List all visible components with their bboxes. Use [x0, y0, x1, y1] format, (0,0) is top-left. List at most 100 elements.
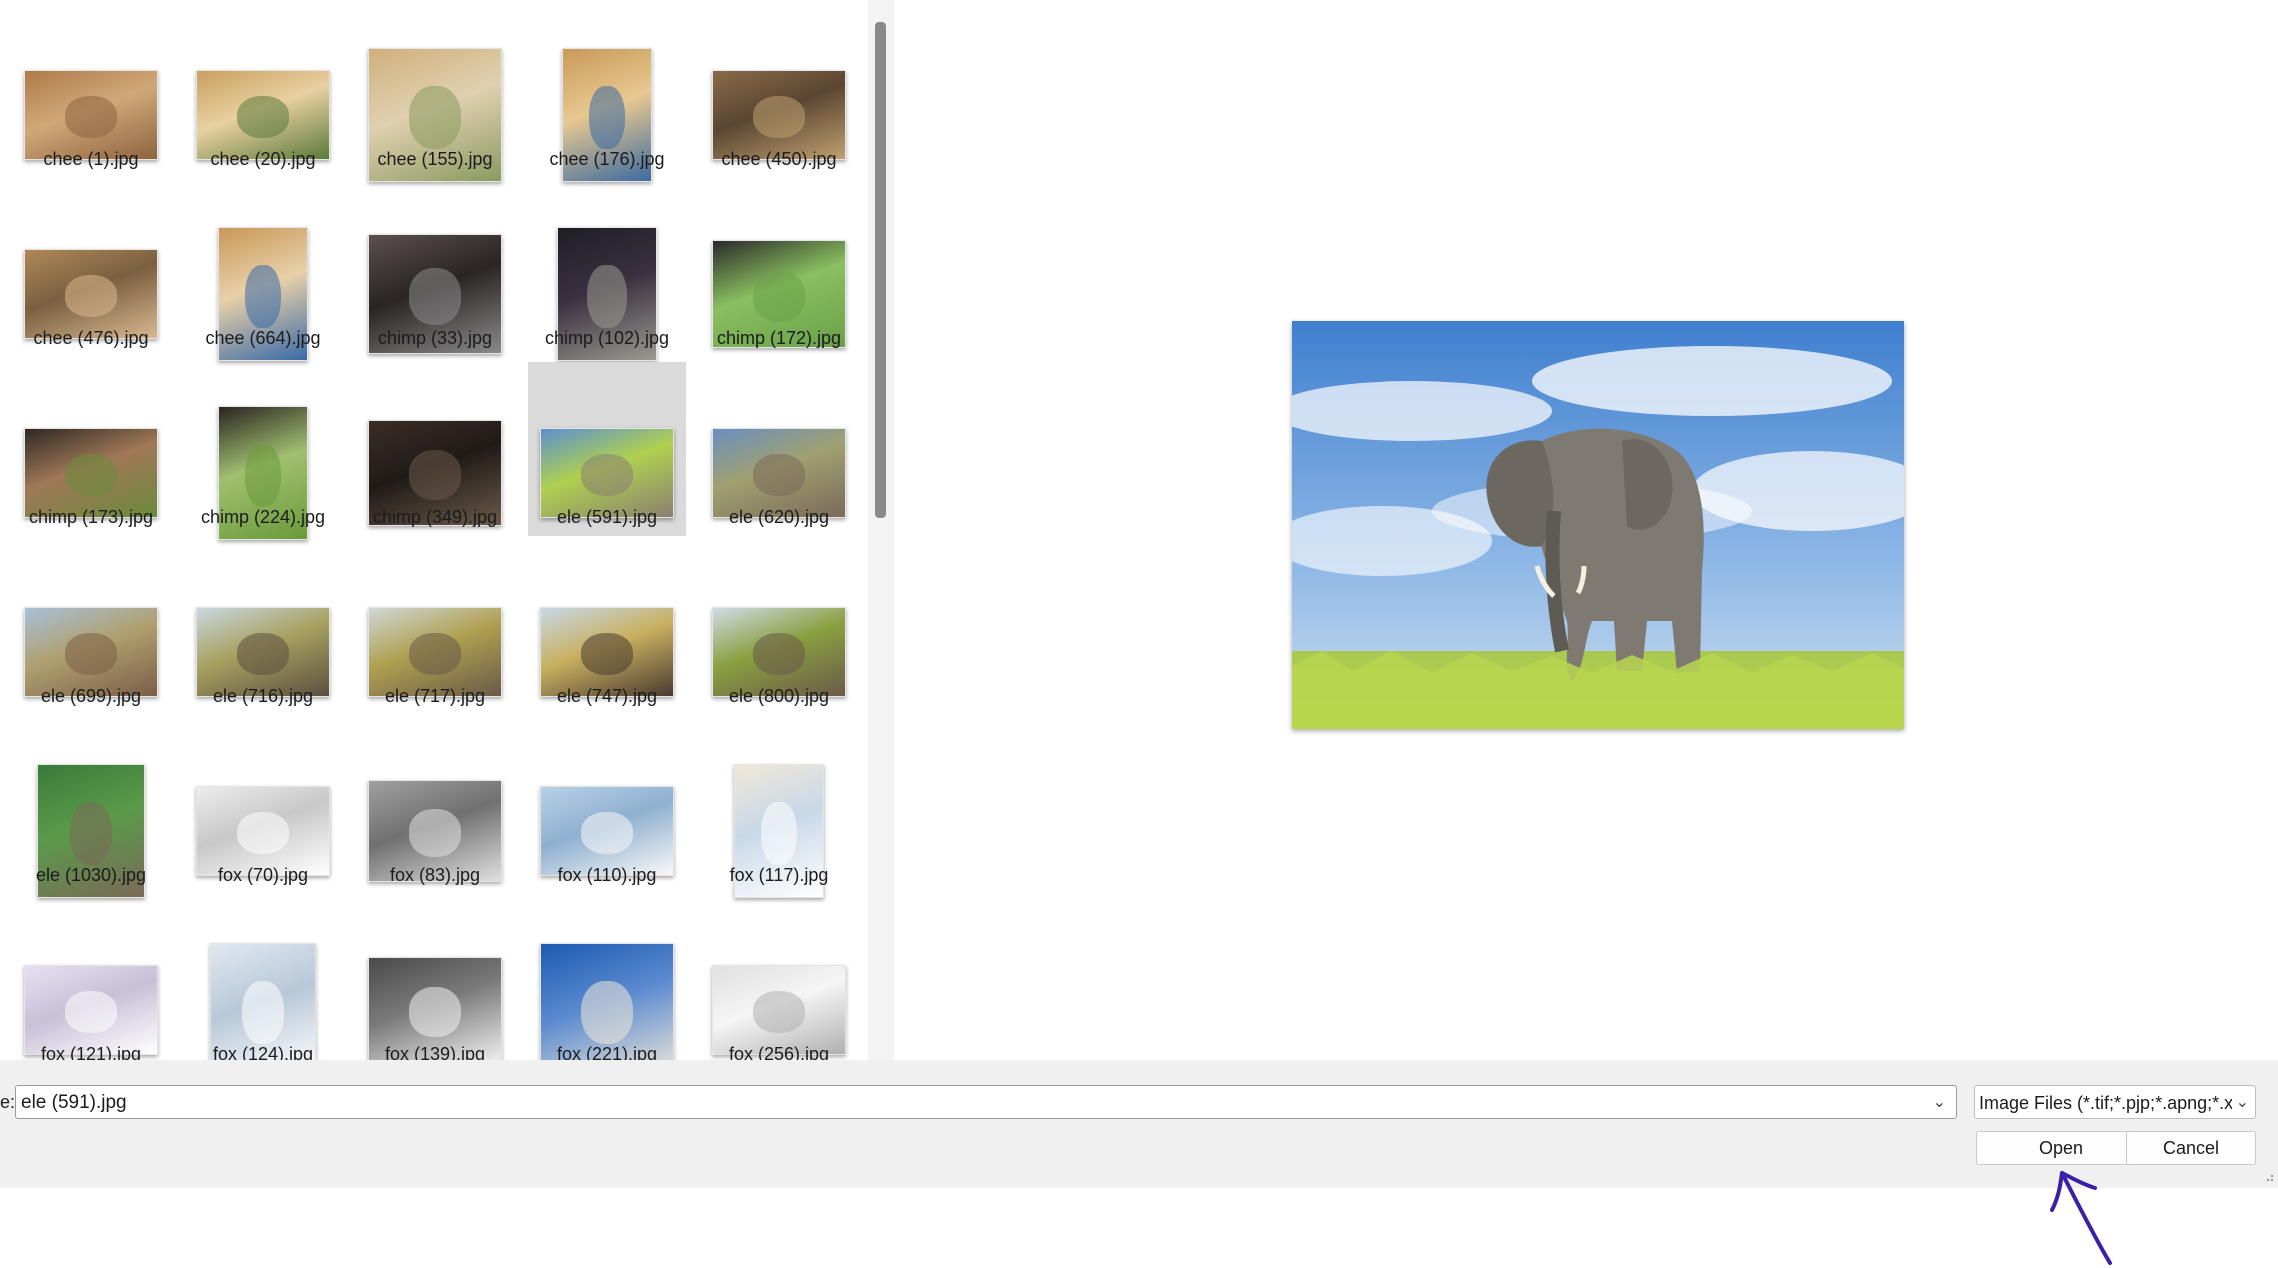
thumbnail-subject — [245, 443, 281, 508]
file-label: fox (221).jpg — [556, 1044, 658, 1060]
file-item[interactable]: fox (221).jpg — [528, 899, 686, 1060]
thumbnail-subject — [752, 632, 806, 675]
file-item[interactable]: ele (620).jpg — [700, 362, 858, 536]
file-item[interactable]: fox (70).jpg — [184, 720, 342, 894]
preview-image — [1292, 321, 1904, 729]
file-thumbnail[interactable] — [24, 249, 158, 339]
thumbnail-subject — [64, 990, 118, 1033]
thumbnail-subject — [580, 811, 634, 854]
file-item[interactable]: chee (20).jpg — [184, 4, 342, 178]
thumbnail-subject — [64, 453, 118, 496]
file-item[interactable]: fox (110).jpg — [528, 720, 686, 894]
file-item[interactable]: ele (717).jpg — [356, 541, 514, 715]
file-thumbnail[interactable] — [368, 607, 502, 697]
file-thumbnail[interactable] — [210, 943, 316, 1060]
file-thumbnail[interactable] — [196, 607, 330, 697]
thumbnail-subject — [408, 987, 462, 1038]
file-thumbnail[interactable] — [712, 428, 846, 518]
thumbnail-subject — [587, 264, 627, 329]
thumbnail-subject — [408, 632, 462, 675]
file-label: chee (476).jpg — [33, 328, 149, 348]
file-item[interactable]: fox (121).jpg — [12, 899, 170, 1060]
filename-input[interactable]: ele (591).jpg ⌄ — [15, 1085, 1957, 1119]
filename-value[interactable]: ele (591).jpg — [21, 1092, 127, 1114]
file-item[interactable]: fox (256).jpg — [700, 899, 858, 1060]
scrollbar-thumb[interactable] — [875, 22, 886, 518]
thumbnail-subject — [580, 632, 634, 675]
file-item[interactable]: chimp (173).jpg — [12, 362, 170, 536]
file-item[interactable]: chimp (172).jpg — [700, 183, 858, 357]
file-thumbnail[interactable] — [24, 428, 158, 518]
thumbnail-subject — [408, 450, 462, 501]
file-item[interactable]: chee (176).jpg — [528, 4, 686, 182]
file-item[interactable]: chimp (349).jpg — [356, 362, 514, 536]
thumbnail-subject — [752, 270, 806, 322]
file-label: chee (176).jpg — [549, 149, 665, 169]
file-thumbnail[interactable] — [540, 428, 674, 518]
file-item[interactable]: fox (117).jpg — [700, 720, 858, 898]
file-label: fox (70).jpg — [217, 865, 309, 885]
file-item[interactable]: chimp (33).jpg — [356, 183, 514, 357]
file-thumbnail[interactable] — [712, 607, 846, 697]
file-item[interactable]: fox (124).jpg — [184, 899, 342, 1060]
thumbnail-subject — [408, 809, 462, 857]
file-thumbnail[interactable] — [540, 607, 674, 697]
file-item[interactable]: chee (664).jpg — [184, 183, 342, 361]
file-thumbnail[interactable] — [196, 70, 330, 160]
file-item[interactable]: ele (716).jpg — [184, 541, 342, 715]
file-item[interactable]: fox (139).jpg — [356, 899, 514, 1060]
file-label: chee (20).jpg — [210, 149, 316, 169]
file-item[interactable]: ele (591).jpg — [528, 362, 686, 536]
filetype-value[interactable]: Image Files (*.tif;*.pjp;*.apng;*.x — [1979, 1093, 2233, 1114]
file-label: ele (716).jpg — [212, 686, 314, 706]
resize-grip-icon[interactable] — [2262, 1170, 2274, 1182]
thumbnail-subject — [752, 990, 806, 1033]
thumbnail-subject — [580, 980, 634, 1045]
file-grid: chee (1).jpg chee (20).jpg chee (155).jpg c… — [0, 0, 868, 1060]
file-label: chee (664).jpg — [205, 328, 321, 348]
file-thumbnail[interactable] — [712, 965, 846, 1055]
file-thumbnail[interactable] — [540, 943, 674, 1060]
thumbnail-subject — [761, 801, 797, 866]
vertical-scrollbar[interactable] — [868, 0, 894, 1060]
file-thumbnail[interactable] — [24, 607, 158, 697]
dialog-bottom-bar — [0, 1060, 2278, 1188]
file-label: fox (256).jpg — [728, 1044, 830, 1060]
arrow-annotation-icon — [2050, 1171, 2112, 1265]
chevron-down-icon[interactable]: ⌄ — [2231, 1092, 2249, 1112]
file-label: fox (117).jpg — [729, 865, 829, 885]
file-label: chimp (224).jpg — [200, 507, 326, 527]
file-label: chee (450).jpg — [721, 149, 837, 169]
file-label: chee (155).jpg — [377, 149, 493, 169]
file-item[interactable]: ele (747).jpg — [528, 541, 686, 715]
chevron-down-icon[interactable]: ⌄ — [1933, 1092, 1946, 1112]
file-thumbnail[interactable] — [540, 786, 674, 876]
file-item[interactable]: chee (155).jpg — [356, 4, 514, 182]
thumbnail-subject — [580, 453, 634, 496]
file-thumbnail[interactable] — [24, 70, 158, 160]
file-item[interactable]: ele (1030).jpg — [12, 720, 170, 898]
file-item[interactable]: fox (83).jpg — [356, 720, 514, 894]
thumbnail-subject — [236, 95, 290, 138]
file-label: chimp (33).jpg — [377, 328, 493, 348]
file-label: ele (1030).jpg — [35, 865, 147, 885]
file-item[interactable]: chee (476).jpg — [12, 183, 170, 357]
filetype-select[interactable]: Image Files (*.tif;*.pjp;*.apng;*.x ⌄ — [1974, 1085, 2256, 1119]
thumbnail-subject — [752, 453, 806, 496]
preview-elephant-photo — [1292, 321, 1904, 729]
file-thumbnail[interactable] — [24, 965, 158, 1055]
file-item[interactable]: chimp (102).jpg — [528, 183, 686, 361]
cancel-button[interactable]: Cancel — [2126, 1131, 2256, 1165]
file-item[interactable]: ele (800).jpg — [700, 541, 858, 715]
file-thumbnail[interactable] — [712, 70, 846, 160]
file-item[interactable]: chee (1).jpg — [12, 4, 170, 178]
thumbnail-subject — [408, 85, 462, 150]
file-item[interactable]: ele (699).jpg — [12, 541, 170, 715]
file-thumbnail[interactable] — [196, 786, 330, 876]
thumbnail-subject — [245, 264, 281, 329]
file-item[interactable]: chimp (224).jpg — [184, 362, 342, 540]
file-item[interactable]: chee (450).jpg — [700, 4, 858, 178]
thumbnail-subject — [236, 811, 290, 854]
thumbnail-subject — [242, 980, 284, 1045]
thumbnail-subject — [408, 268, 462, 325]
